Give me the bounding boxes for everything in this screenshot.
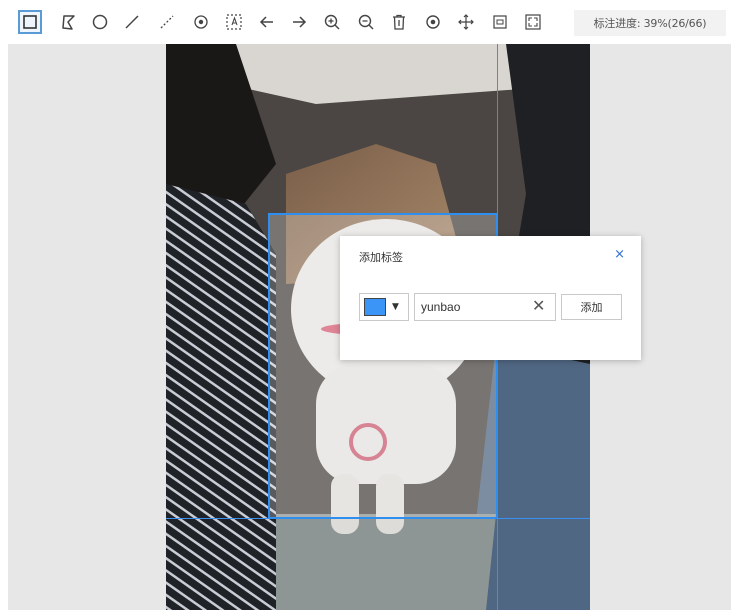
point-tool-icon	[194, 15, 208, 29]
move-button[interactable]	[454, 10, 478, 34]
circle-tool-icon	[92, 14, 108, 30]
text-box-tool-icon	[226, 14, 242, 30]
chevron-down-icon: ▼	[392, 302, 399, 312]
label-color-picker[interactable]: ▼	[359, 293, 409, 321]
zoom-out-button[interactable]	[354, 10, 378, 34]
circle-tool-button[interactable]	[88, 10, 112, 34]
zoom-in-button[interactable]	[320, 10, 344, 34]
dialog-title: 添加标签	[359, 251, 403, 264]
polyline-tool-icon	[160, 15, 174, 29]
delete-icon	[393, 14, 405, 30]
rectangle-tool-button[interactable]	[18, 10, 42, 34]
view-button[interactable]	[421, 10, 445, 34]
zoom-out-icon	[358, 14, 374, 30]
zoom-in-icon	[324, 14, 340, 30]
add-label-dialog: 添加标签 × ▼ yunbao ✕ 添加	[340, 236, 641, 360]
redo-icon	[293, 16, 307, 28]
rectangle-tool-icon	[23, 15, 37, 29]
fullscreen-button[interactable]	[521, 10, 545, 34]
polyline-tool-button[interactable]	[155, 10, 179, 34]
color-swatch	[364, 298, 386, 316]
redo-button[interactable]	[287, 10, 311, 34]
fit-icon	[493, 15, 507, 29]
polygon-tool-button[interactable]	[56, 10, 80, 34]
point-tool-button[interactable]	[189, 10, 213, 34]
clear-input-icon[interactable]: ✕	[532, 296, 545, 315]
delete-button[interactable]	[387, 10, 411, 34]
line-tool-icon	[125, 15, 139, 29]
fit-button[interactable]	[488, 10, 512, 34]
view-icon	[426, 15, 440, 29]
line-tool-button[interactable]	[120, 10, 144, 34]
text-box-tool-button[interactable]	[222, 10, 246, 34]
toolbar: 标注进度: 39%(26/66)	[0, 0, 731, 44]
annotation-progress: 标注进度: 39%(26/66)	[574, 10, 726, 36]
undo-icon	[259, 16, 273, 28]
polygon-tool-icon	[62, 15, 75, 30]
add-label-button[interactable]: 添加	[561, 294, 622, 320]
move-icon	[458, 14, 474, 30]
undo-button[interactable]	[255, 10, 279, 34]
fullscreen-icon	[525, 14, 541, 30]
close-icon[interactable]: ×	[614, 247, 625, 262]
